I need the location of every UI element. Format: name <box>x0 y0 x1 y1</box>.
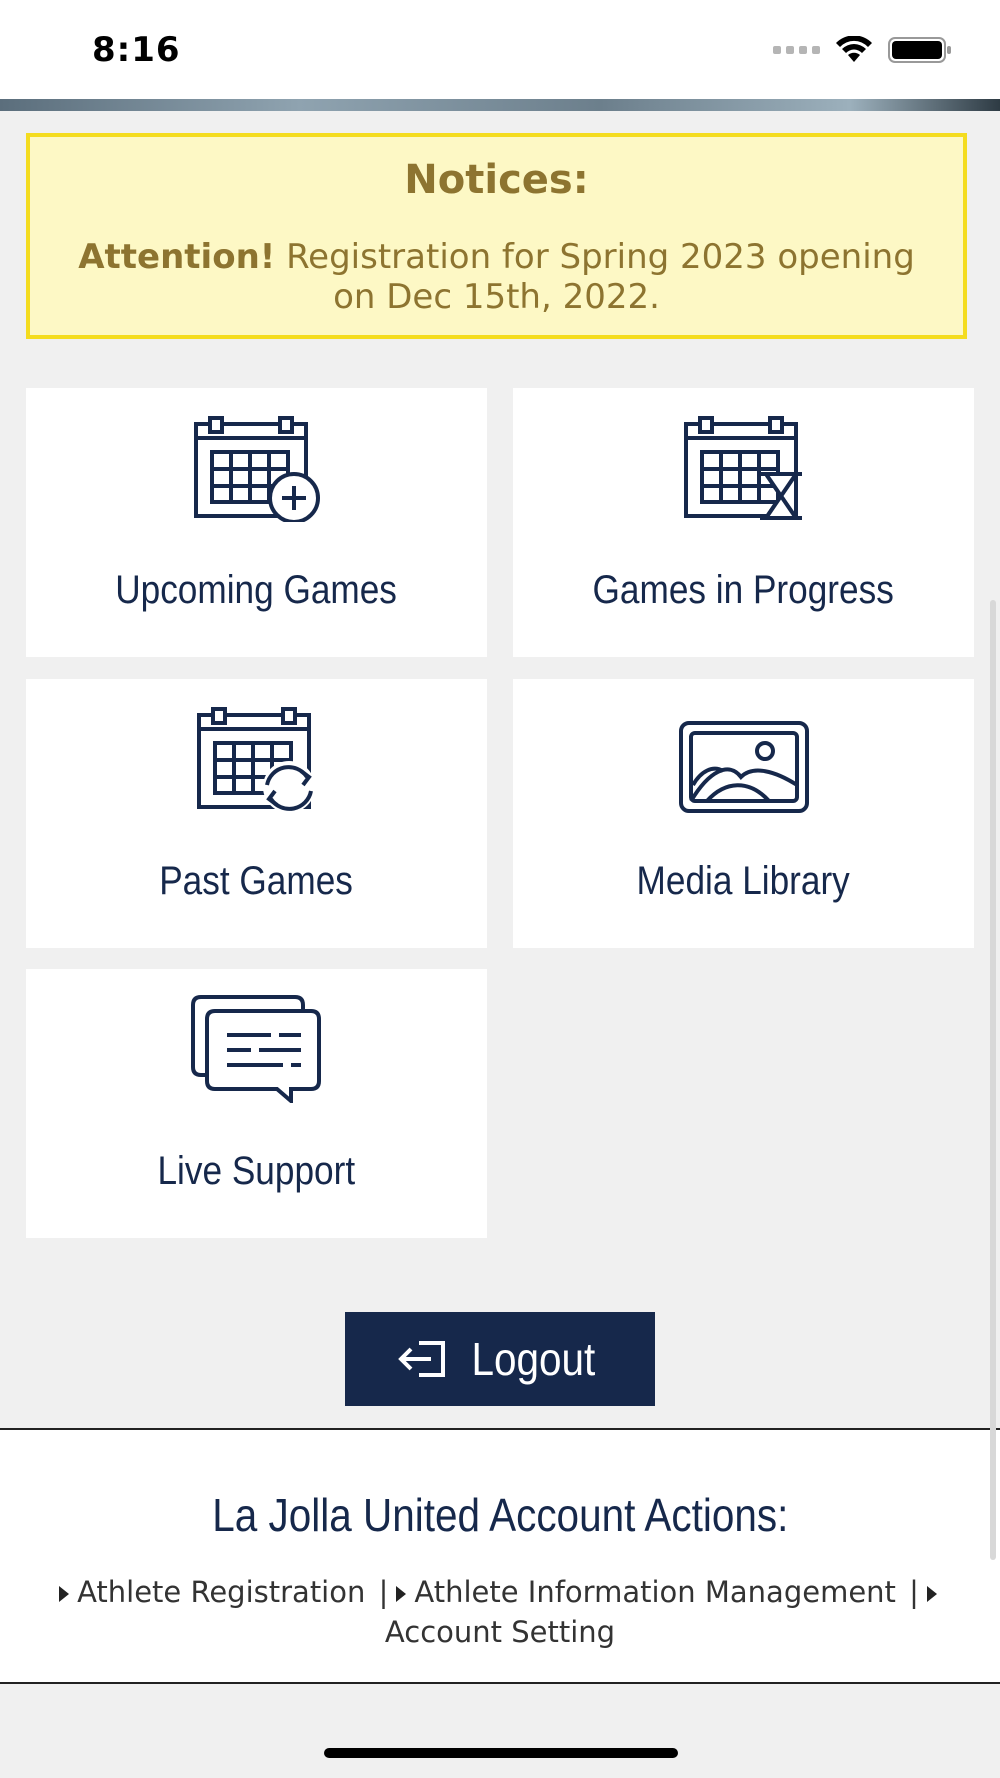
logout-label: Logout <box>471 1333 595 1385</box>
account-setting-link[interactable]: Account Setting <box>385 1615 615 1649</box>
triangle-right-icon <box>926 1586 937 1602</box>
home-indicator[interactable] <box>324 1748 678 1758</box>
triangle-right-icon <box>59 1586 70 1602</box>
status-time: 8:16 <box>92 30 181 70</box>
chat-icon <box>190 995 321 1103</box>
link-separator: | <box>378 1575 389 1609</box>
account-actions-links: Athlete Registration | Athlete Informatio… <box>40 1572 960 1652</box>
calendar-refresh-icon <box>196 707 315 813</box>
status-bar: 8:16 <box>0 0 1000 99</box>
notice-text: Attention! Registration for Spring 2023 … <box>70 237 923 317</box>
cellular-signal-icon <box>773 46 820 54</box>
image-icon <box>678 721 809 813</box>
tile-past-games[interactable]: Past Games <box>26 679 487 948</box>
tile-live-support[interactable]: Live Support <box>26 969 487 1238</box>
account-actions-footer: La Jolla United Account Actions: Athlete… <box>0 1428 1000 1684</box>
battery-icon <box>888 37 951 63</box>
tile-media-library[interactable]: Media Library <box>513 679 974 948</box>
tile-label: Live Support <box>157 1149 356 1193</box>
notice-title: Notices: <box>404 157 589 203</box>
athlete-info-management-link[interactable]: Athlete Information Management <box>414 1575 896 1609</box>
link-separator: | <box>909 1575 919 1609</box>
status-icons <box>773 36 952 64</box>
logout-button[interactable]: Logout <box>345 1312 655 1406</box>
hero-image-strip <box>0 99 1000 111</box>
tile-label: Past Games <box>159 859 354 903</box>
tile-label: Upcoming Games <box>115 568 398 612</box>
logout-icon <box>397 1341 445 1377</box>
triangle-right-icon <box>396 1586 407 1602</box>
account-actions-title: La Jolla United Account Actions: <box>211 1489 789 1541</box>
calendar-hourglass-icon <box>683 416 802 520</box>
athlete-registration-link[interactable]: Athlete Registration <box>77 1575 365 1609</box>
scrollbar[interactable] <box>990 600 996 1560</box>
tile-label: Media Library <box>636 859 851 903</box>
tile-upcoming-games[interactable]: Upcoming Games <box>26 388 487 657</box>
calendar-plus-icon <box>193 416 320 522</box>
notice-box: Notices: Attention! Registration for Spr… <box>26 133 967 339</box>
tile-games-in-progress[interactable]: Games in Progress <box>513 388 974 657</box>
wifi-icon <box>836 36 872 62</box>
notice-attention: Attention! <box>78 237 276 277</box>
tile-label: Games in Progress <box>592 568 895 612</box>
notice-message: Registration for Spring 2023 opening on … <box>275 237 915 317</box>
